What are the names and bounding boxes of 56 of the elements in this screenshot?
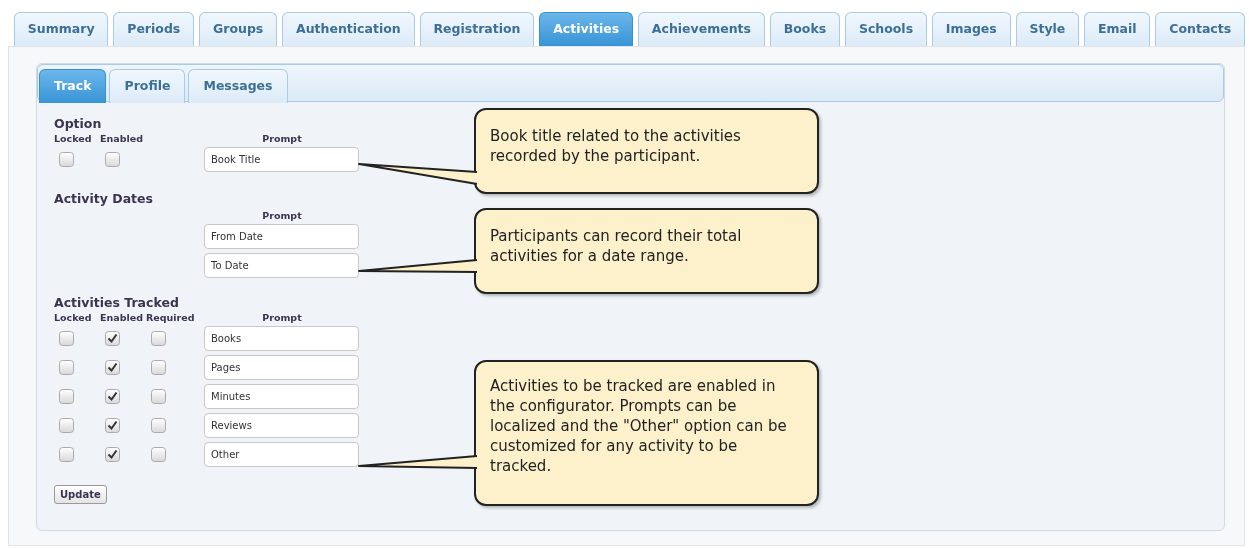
checkbox[interactable] xyxy=(105,389,120,404)
checkbox[interactable] xyxy=(151,331,166,346)
text-field[interactable]: From Date xyxy=(204,224,359,249)
column-header: Locked xyxy=(54,132,93,145)
text-field[interactable]: Pages xyxy=(204,355,359,380)
tab[interactable]: Profile xyxy=(109,69,186,103)
tab[interactable]: Contacts xyxy=(1155,12,1246,46)
checkbox[interactable] xyxy=(59,360,74,375)
tab[interactable]: Style xyxy=(1015,12,1080,46)
checkbox[interactable] xyxy=(151,418,166,433)
column-header: Prompt xyxy=(261,132,303,145)
text-field[interactable]: To Date xyxy=(204,253,359,278)
update-button[interactable]: Update xyxy=(54,485,107,504)
callout: Book title related to the activities recorded by the participant. xyxy=(474,108,819,194)
tab[interactable]: Messages xyxy=(188,69,288,103)
tab[interactable]: Email xyxy=(1084,12,1151,46)
column-header: Enabled xyxy=(100,132,144,145)
callout: Participants can record their total activities for a date range. xyxy=(474,208,819,294)
checkbox[interactable] xyxy=(105,360,120,375)
text-field[interactable]: Other xyxy=(204,442,359,467)
tab[interactable]: Schools xyxy=(845,12,927,46)
section-title: Option xyxy=(54,116,103,132)
column-header: Locked xyxy=(54,311,93,324)
checkbox[interactable] xyxy=(59,331,74,346)
callout: Activities to be tracked are enabled in the configurator. Prompts can be localized and the "Other" option can be customized for any activity to be tracked. xyxy=(474,360,819,506)
checkbox[interactable] xyxy=(151,389,166,404)
section-title: Activity Dates xyxy=(54,191,154,207)
tab[interactable]: Achievements xyxy=(638,12,765,46)
checkbox[interactable] xyxy=(105,331,120,346)
checkbox[interactable] xyxy=(59,389,74,404)
checkbox[interactable] xyxy=(105,152,120,167)
column-header: Prompt xyxy=(261,209,303,222)
text-field[interactable]: Minutes xyxy=(204,384,359,409)
tab[interactable]: Images xyxy=(931,12,1011,46)
section-title: Activities Tracked xyxy=(54,295,180,311)
text-field[interactable]: Books xyxy=(204,326,359,351)
text-field[interactable]: Reviews xyxy=(204,413,359,438)
checkbox[interactable] xyxy=(105,447,120,462)
tab[interactable]: Books xyxy=(769,12,841,46)
checkbox[interactable] xyxy=(59,418,74,433)
checkbox[interactable] xyxy=(59,447,74,462)
tab[interactable]: Registration xyxy=(419,12,535,46)
tab[interactable]: Periods xyxy=(113,12,195,46)
text-field[interactable]: Book Title xyxy=(204,147,359,172)
column-header: Prompt xyxy=(261,311,303,324)
column-header: Required xyxy=(146,311,196,324)
tab[interactable]: Summary xyxy=(14,12,109,46)
checkbox[interactable] xyxy=(151,360,166,375)
checkbox[interactable] xyxy=(59,152,74,167)
checkbox[interactable] xyxy=(151,447,166,462)
column-header: Enabled xyxy=(100,311,144,324)
tab[interactable]: Track xyxy=(39,69,107,103)
checkbox[interactable] xyxy=(105,418,120,433)
tab[interactable]: Authentication xyxy=(282,12,415,46)
tab[interactable]: Activities xyxy=(539,12,633,46)
tab[interactable]: Groups xyxy=(199,12,278,46)
